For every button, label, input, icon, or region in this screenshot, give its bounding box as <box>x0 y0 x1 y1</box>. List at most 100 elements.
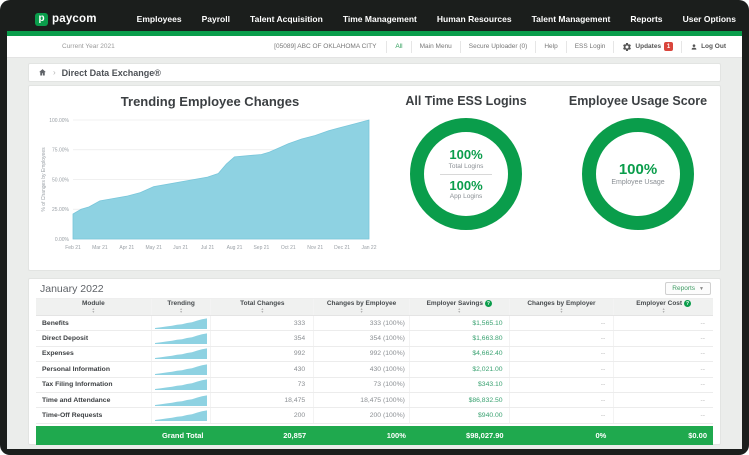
utility-link-ess-login[interactable]: ESS Login <box>566 41 614 53</box>
module-name: Tax Filing Information <box>36 378 152 392</box>
trending-sparkline <box>152 393 212 407</box>
employee-usage-value: 100% <box>619 162 657 179</box>
column-header-trending[interactable]: Trending▲▼ <box>152 299 212 315</box>
table-row-time-off-requests: Time-Off Requests200200 (100%)$940.00---… <box>36 408 713 423</box>
area-chart-title: Trending Employee Changes <box>37 94 383 109</box>
trending-sparkline <box>152 347 212 361</box>
employee-usage-donut: Employee Usage Score 100% Employee Usage <box>553 90 723 232</box>
column-header-total-changes[interactable]: Total Changes▲▼ <box>211 299 314 315</box>
column-header-changes-by-employee[interactable]: Changes by Employee▲▼ <box>314 299 410 315</box>
employer-savings-value: $2,021.00 <box>410 362 510 376</box>
sort-icon[interactable]: ▲▼ <box>458 308 461 314</box>
paycom-logo[interactable]: p paycom <box>35 13 97 26</box>
reports-button-label: Reports <box>672 285 695 292</box>
svg-text:Dec 21: Dec 21 <box>334 245 350 251</box>
section-title: January 2022 <box>40 283 104 295</box>
person-icon <box>690 43 698 51</box>
grand-total-savings: $98,027.90 <box>410 426 510 445</box>
employer-cost-value: -- <box>614 331 713 345</box>
grand-total-changes: 20,857 <box>211 426 314 445</box>
total-changes-value: 430 <box>211 362 314 376</box>
employer-cost-value: -- <box>614 393 713 407</box>
area-chart-plot: 0.00%25.00%50.00%75.00%100.00%Feb 21Mar … <box>37 109 383 277</box>
updates-label: Updates <box>635 43 661 50</box>
column-header-module[interactable]: Module▲▼ <box>36 299 152 315</box>
changes-by-employer-value: -- <box>510 362 615 376</box>
employer-savings-value: $343.10 <box>410 378 510 392</box>
nav-item-human-resources[interactable]: Human Resources <box>437 14 512 24</box>
total-changes-value: 18,475 <box>211 393 314 407</box>
svg-text:Aug 21: Aug 21 <box>227 245 243 251</box>
help-icon[interactable]: ? <box>684 300 691 307</box>
nav-item-employees[interactable]: Employees <box>137 14 182 24</box>
sort-icon[interactable]: ▲▼ <box>360 308 363 314</box>
employer-savings-value: $4,662.40 <box>410 347 510 361</box>
svg-text:Nov 21: Nov 21 <box>307 245 323 251</box>
svg-text:Oct 21: Oct 21 <box>281 245 296 251</box>
company-name: [05089] ABC OF OKLAHOMA CITY <box>274 43 376 50</box>
column-header-employer-savings[interactable]: Employer Savings? ▲▼ <box>410 299 510 315</box>
total-changes-value: 354 <box>211 331 314 345</box>
employer-savings-value: $1,663.80 <box>410 331 510 345</box>
utility-link-help[interactable]: Help <box>535 41 565 53</box>
sort-icon[interactable]: ▲▼ <box>179 308 182 314</box>
utility-link-main-menu[interactable]: Main Menu <box>411 41 460 53</box>
employer-cost-value: -- <box>614 378 713 392</box>
changes-by-employer-value: -- <box>510 331 615 345</box>
help-icon[interactable]: ? <box>485 300 492 307</box>
column-header-changes-by-employer[interactable]: Changes by Employer▲▼ <box>510 299 615 315</box>
svg-text:25.00%: 25.00% <box>52 207 70 213</box>
svg-text:May 21: May 21 <box>145 245 162 251</box>
breadcrumb-chevron-icon: › <box>53 68 56 77</box>
home-icon[interactable] <box>38 68 47 77</box>
content-area: › Direct Data Exchange® Trending Employe… <box>7 58 742 449</box>
nav-item-payroll[interactable]: Payroll <box>202 14 230 24</box>
trending-sparkline <box>152 362 212 376</box>
breadcrumb: › Direct Data Exchange® <box>28 63 721 82</box>
nav-item-time-management[interactable]: Time Management <box>343 14 417 24</box>
grand-total-row: Grand Total 20,857 100% $98,027.90 0% $0… <box>36 426 713 445</box>
svg-text:Sep 21: Sep 21 <box>253 245 269 251</box>
module-name: Personal Information <box>36 362 152 376</box>
sort-icon[interactable]: ▲▼ <box>662 308 665 314</box>
trending-sparkline <box>152 378 212 392</box>
total-changes-value: 992 <box>211 347 314 361</box>
column-header-label: Changes by Employer <box>527 300 595 307</box>
changes-by-employer-value: -- <box>510 347 615 361</box>
changes-by-employee-value: 18,475 (100%) <box>314 393 410 407</box>
grand-total-cost: $0.00 <box>614 426 713 445</box>
svg-text:Feb 21: Feb 21 <box>65 245 81 251</box>
charts-panel: Trending Employee Changes 0.00%25.00%50.… <box>28 85 721 271</box>
employer-cost-value: -- <box>614 362 713 376</box>
changes-by-employer-value: -- <box>510 378 615 392</box>
sort-icon[interactable]: ▲▼ <box>261 308 264 314</box>
svg-text:Apr 21: Apr 21 <box>119 245 134 251</box>
column-header-employer-cost[interactable]: Employer Cost?▲▼ <box>614 299 713 315</box>
grand-total-by-employer: 0% <box>510 426 615 445</box>
table-row-time-and-attendance: Time and Attendance18,47518,475 (100%)$8… <box>36 393 713 408</box>
module-name: Expenses <box>36 347 152 361</box>
sort-icon[interactable]: ▲▼ <box>92 308 95 314</box>
table-body: Benefits333333 (100%)$1,565.10----Direct… <box>36 316 713 424</box>
employer-savings-value: $940.00 <box>410 408 510 422</box>
utility-link-all[interactable]: All <box>386 41 410 53</box>
employer-cost-value: -- <box>614 316 713 330</box>
updates-button[interactable]: Updates 1 <box>613 41 681 53</box>
usage-donut-title: Employee Usage Score <box>553 94 723 108</box>
module-name: Benefits <box>36 316 152 330</box>
changes-by-employee-value: 333 (100%) <box>314 316 410 330</box>
table-column-headers: Module▲▼Trending▲▼Total Changes▲▼Changes… <box>36 299 713 316</box>
nav-item-talent-management[interactable]: Talent Management <box>532 14 611 24</box>
utility-link-secure-uploader-0[interactable]: Secure Uploader (0) <box>460 41 536 53</box>
nav-item-talent-acquisition[interactable]: Talent Acquisition <box>250 14 323 24</box>
column-header-label: Employer Savings <box>427 300 483 307</box>
chevron-down-icon: ▼ <box>699 286 704 292</box>
nav-item-reports[interactable]: Reports <box>630 14 662 24</box>
svg-text:Jun 21: Jun 21 <box>173 245 188 251</box>
nav-item-user-options[interactable]: User Options <box>683 14 736 24</box>
updates-count-badge: 1 <box>664 42 673 51</box>
svg-text:% of Changes by Employees: % of Changes by Employees <box>41 147 47 212</box>
logout-button[interactable]: Log Out <box>681 41 734 53</box>
sort-icon[interactable]: ▲▼ <box>560 308 563 314</box>
reports-button[interactable]: Reports ▼ <box>665 282 711 295</box>
